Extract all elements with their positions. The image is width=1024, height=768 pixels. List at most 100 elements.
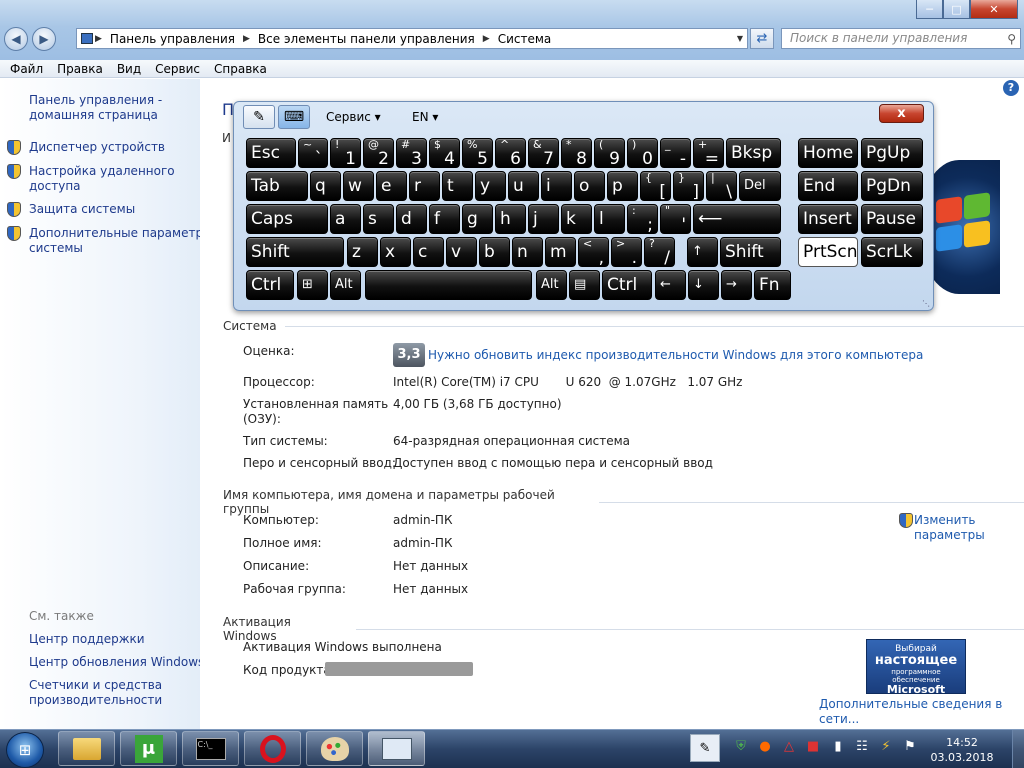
key-w[interactable]: w — [343, 171, 374, 201]
maximize-button[interactable]: □ — [943, 0, 970, 19]
network-icon[interactable]: ☷ — [854, 738, 870, 754]
key-scrlk[interactable]: ScrLk — [861, 237, 923, 267]
key-e[interactable]: e — [376, 171, 407, 201]
sidebar-home-link[interactable]: Панель управления - домашняя страница — [29, 93, 162, 123]
key-g[interactable]: g — [462, 204, 493, 234]
search-icon[interactable]: ⚲ — [1007, 30, 1016, 49]
key-s[interactable]: s — [363, 204, 394, 234]
key-n[interactable]: n — [512, 237, 543, 267]
sidebar-link-performance[interactable]: Счетчики и средства производительности — [29, 678, 162, 708]
taskbar-utorrent[interactable]: μ — [120, 731, 177, 766]
key-f[interactable]: f — [429, 204, 460, 234]
key-lbracket[interactable]: {[ — [640, 171, 671, 201]
flag-icon[interactable]: ⚑ — [902, 738, 918, 754]
menu-view[interactable]: Вид — [110, 62, 148, 76]
key-c[interactable]: c — [413, 237, 444, 267]
key-space[interactable] — [365, 270, 532, 300]
help-icon[interactable]: ? — [1003, 80, 1019, 96]
taskbar-osk[interactable] — [368, 731, 425, 766]
close-button[interactable]: ✕ — [970, 0, 1018, 19]
key-left[interactable]: ← — [655, 270, 686, 300]
start-button[interactable]: ⊞ — [6, 732, 44, 768]
security-shield-icon[interactable]: ⛨ — [733, 738, 749, 754]
alert-triangle-icon[interactable]: △ — [781, 738, 797, 754]
key-a[interactable]: a — [330, 204, 361, 234]
sidebar-item-remote-settings[interactable]: Настройка удаленного доступа — [29, 164, 175, 194]
key-period[interactable]: >. — [611, 237, 642, 267]
key-end[interactable]: End — [798, 171, 858, 201]
key-fn[interactable]: Fn — [754, 270, 791, 300]
change-settings-link[interactable]: Изменить параметры — [914, 513, 985, 543]
key-p[interactable]: p — [607, 171, 638, 201]
key-menu[interactable]: ▤ — [569, 270, 600, 300]
forward-button[interactable]: ▶ — [32, 27, 56, 51]
battery-icon[interactable]: ▮ — [830, 738, 846, 754]
tablet-input-icon[interactable]: ✎ — [690, 734, 720, 762]
key-win[interactable]: ⊞ — [297, 270, 328, 300]
key-comma[interactable]: <, — [578, 237, 609, 267]
key-backslash[interactable]: | \ — [706, 171, 737, 201]
key-insert[interactable]: Insert — [798, 204, 858, 234]
key-2[interactable]: @2 — [363, 138, 394, 168]
key-lalt[interactable]: Alt — [330, 270, 361, 300]
key-rbracket[interactable]: }] — [673, 171, 704, 201]
key-pause[interactable]: Pause — [861, 204, 923, 234]
taskbar-cmd[interactable]: C:\_ — [182, 731, 239, 766]
sidebar-item-system-protection[interactable]: Защита системы — [29, 202, 135, 217]
taskbar-clock[interactable]: 14:52 03.03.2018 — [930, 735, 994, 765]
sidebar-link-windows-update[interactable]: Центр обновления Windows — [29, 655, 204, 670]
rating-update-link[interactable]: Нужно обновить индекс производительности… — [428, 348, 923, 363]
taskbar-explorer[interactable] — [58, 731, 115, 766]
key-k[interactable]: k — [561, 204, 592, 234]
key-prtscn[interactable]: PrtScn — [798, 237, 858, 267]
key-t[interactable]: t — [442, 171, 473, 201]
key-r[interactable]: r — [409, 171, 440, 201]
app-tray-icon[interactable]: ■ — [805, 738, 821, 754]
key-9[interactable]: (9 — [594, 138, 625, 168]
key-x[interactable]: x — [380, 237, 411, 267]
breadcrumb-system[interactable]: Система — [492, 32, 558, 46]
key-pgdn[interactable]: PgDn — [861, 171, 923, 201]
key-u[interactable]: u — [508, 171, 539, 201]
menu-help[interactable]: Справка — [207, 62, 274, 76]
osk-close-button[interactable]: x — [879, 104, 924, 123]
key-b[interactable]: b — [479, 237, 510, 267]
key-4[interactable]: $4 — [429, 138, 460, 168]
more-info-link[interactable]: Дополнительные сведения в сети... — [819, 697, 1024, 727]
key-lshift[interactable]: Shift — [246, 237, 344, 267]
key-6[interactable]: ^ 6 — [495, 138, 526, 168]
refresh-button[interactable]: ⇄ — [750, 28, 774, 49]
search-input[interactable]: Поиск в панели управления ⚲ — [781, 28, 1021, 49]
resize-grip-icon[interactable]: ⋱ — [922, 299, 930, 308]
taskbar-paint[interactable] — [306, 731, 363, 766]
key-z[interactable]: z — [347, 237, 378, 267]
menu-file[interactable]: Файл — [3, 62, 50, 76]
key-j[interactable]: j — [528, 204, 559, 234]
key-esc[interactable]: Esc — [246, 138, 296, 168]
key-m[interactable]: m — [545, 237, 576, 267]
minimize-button[interactable]: ─ — [916, 0, 943, 19]
key-8[interactable]: * 8 — [561, 138, 592, 168]
key-bksp[interactable]: Bksp — [726, 138, 781, 168]
key-quote[interactable]: " ' — [660, 204, 691, 234]
key-rshift[interactable]: Shift — [720, 237, 781, 267]
key-q[interactable]: q — [310, 171, 341, 201]
osk-language-menu[interactable]: EN ▾ — [412, 110, 438, 124]
power-icon[interactable]: ⚡ — [878, 738, 894, 754]
address-bar[interactable]: ▶ Панель управления ▶ Все элементы панел… — [76, 28, 748, 49]
menu-edit[interactable]: Правка — [50, 62, 110, 76]
sidebar-item-device-manager[interactable]: Диспетчер устройств — [29, 140, 165, 155]
back-button[interactable]: ◀ — [4, 27, 28, 51]
osk-keyboard-button[interactable]: ⌨ — [278, 105, 310, 129]
menu-tools[interactable]: Сервис — [148, 62, 207, 76]
key-pgup[interactable]: PgUp — [861, 138, 923, 168]
key-1[interactable]: ! 1 — [330, 138, 361, 168]
key-y[interactable]: y — [475, 171, 506, 201]
key-right[interactable]: → — [721, 270, 752, 300]
sidebar-item-advanced-settings[interactable]: Дополнительные параметры системы — [29, 226, 213, 256]
sidebar-link-action-center[interactable]: Центр поддержки — [29, 632, 145, 647]
key-rctrl[interactable]: Ctrl — [602, 270, 652, 300]
key-enter[interactable]: ⟵ — [693, 204, 781, 234]
key-lctrl[interactable]: Ctrl — [246, 270, 294, 300]
key-ralt[interactable]: Alt — [536, 270, 567, 300]
